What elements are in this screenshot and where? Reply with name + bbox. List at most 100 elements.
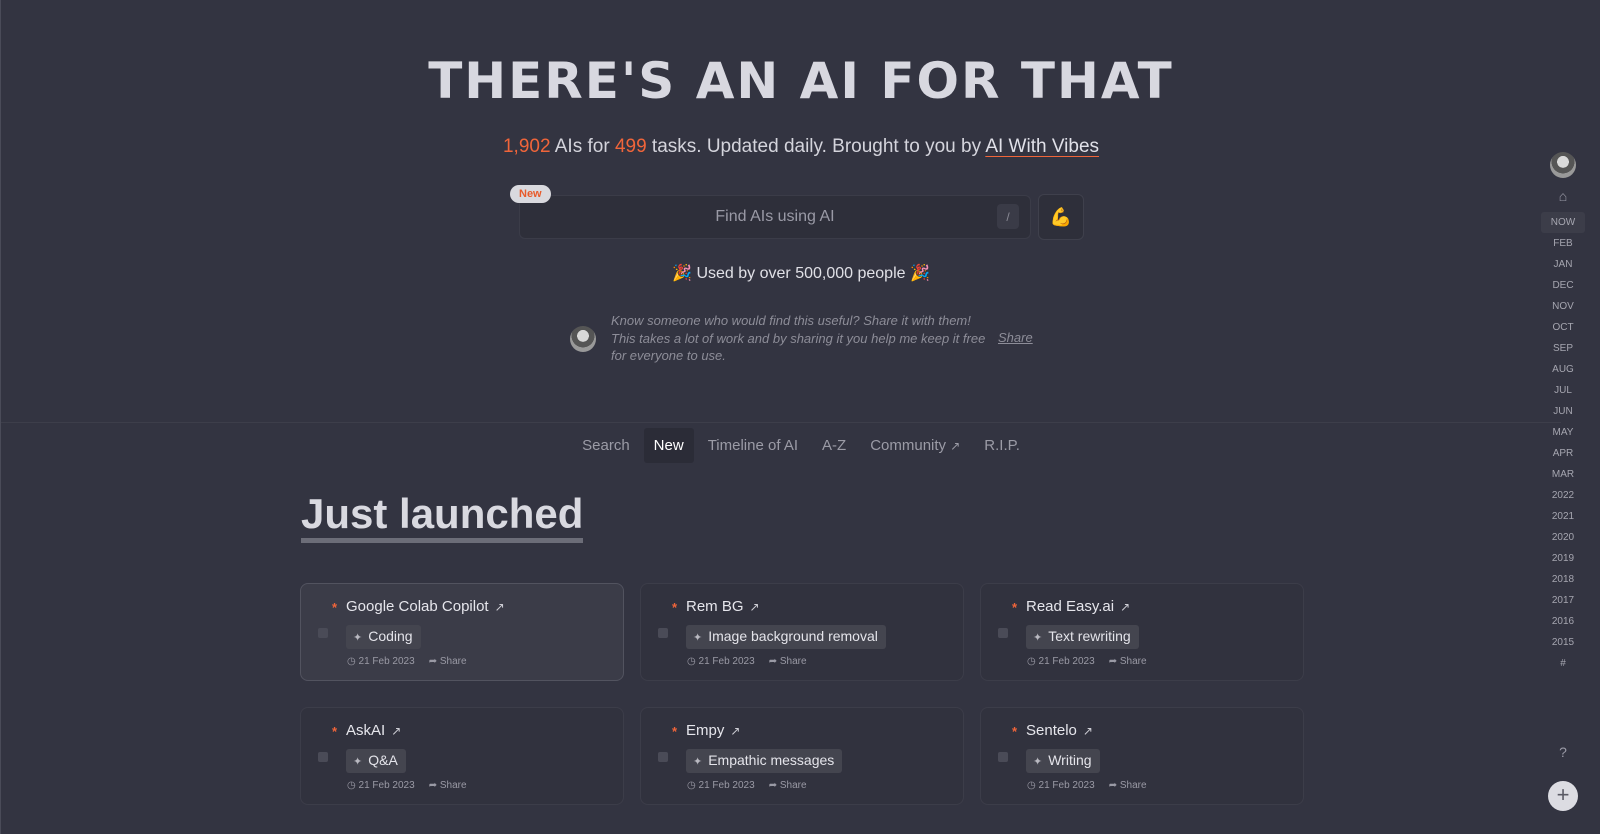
card-checkbox[interactable] [658, 752, 668, 762]
timeline-item-2021[interactable]: 2021 [1541, 506, 1585, 527]
ai-count: 1,902 [502, 136, 551, 157]
tab-search[interactable]: Search [572, 428, 640, 463]
timeline-item-2015[interactable]: 2015 [1541, 632, 1585, 653]
timeline-item-2018[interactable]: 2018 [1541, 569, 1585, 590]
timeline-item-2019[interactable]: 2019 [1541, 548, 1585, 569]
ai-card[interactable]: * Empy ↗ ✦ Empathic messages ◷ 21 Feb 2023… [640, 707, 964, 805]
card-checkbox[interactable] [998, 628, 1008, 638]
card-title[interactable]: Sentelo ↗ [1026, 722, 1093, 739]
share-action[interactable]: ➦ Share [429, 780, 474, 791]
ai-card[interactable]: * AskAI ↗ ✦ Q&A ◷ 21 Feb 2023 ➦ Share [300, 707, 624, 805]
external-link-icon[interactable]: ↗ [750, 600, 760, 614]
card-title[interactable]: Google Colab Copilot ↗ [346, 598, 505, 615]
timeline-item-aug[interactable]: AUG [1541, 359, 1585, 380]
home-icon[interactable]: ⌂ [1541, 188, 1585, 204]
card-date: 21 Feb 2023 [358, 656, 415, 667]
timeline-item-mar[interactable]: MAR [1541, 464, 1585, 485]
external-link-icon[interactable]: ↗ [391, 724, 401, 738]
timeline-item-nov[interactable]: NOV [1541, 296, 1585, 317]
share-link[interactable]: Share [998, 330, 1033, 345]
timeline-item-feb[interactable]: FEB [1541, 233, 1585, 254]
card-meta: ◷ 21 Feb 2023 ➦ Share [687, 656, 821, 667]
task-tag[interactable]: ✦ Coding [346, 625, 421, 649]
card-title[interactable]: Read Easy.ai ↗ [1026, 598, 1130, 615]
share-action[interactable]: ➦ Share [429, 656, 474, 667]
task-tag[interactable]: ✦ Image background removal [686, 625, 886, 649]
share-note: Know someone who would find this useful?… [570, 312, 1040, 364]
timeline-item-hash[interactable]: # [1541, 653, 1585, 674]
help-button[interactable]: ? [1541, 744, 1585, 760]
tab-rip[interactable]: R.I.P. [974, 428, 1030, 463]
share-action[interactable]: ➦ Share [769, 656, 814, 667]
timeline-item-apr[interactable]: APR [1541, 443, 1585, 464]
timeline-item-2016[interactable]: 2016 [1541, 611, 1585, 632]
share-action[interactable]: ➦ Share [769, 780, 814, 791]
share-action-label: Share [779, 656, 807, 667]
date-label: ◷ 21 Feb 2023 [687, 656, 755, 667]
share-action[interactable]: ➦ Share [1109, 780, 1154, 791]
search-box: New / [510, 185, 1031, 239]
external-link-icon[interactable]: ↗ [730, 724, 740, 738]
star-icon: * [672, 724, 678, 739]
task-tag[interactable]: ✦ Text rewriting [1026, 625, 1139, 649]
share-action[interactable]: ➦ Share [1109, 656, 1154, 667]
timeline-item-dec[interactable]: DEC [1541, 275, 1585, 296]
timeline-item-jun[interactable]: JUN [1541, 401, 1585, 422]
timeline-item-2020[interactable]: 2020 [1541, 527, 1585, 548]
card-checkbox[interactable] [658, 628, 668, 638]
task-count: 499 [614, 136, 647, 157]
tab-new[interactable]: New [643, 428, 694, 463]
date-label: ◷ 21 Feb 2023 [347, 780, 415, 791]
task-tag[interactable]: ✦ Q&A [346, 749, 406, 773]
ai-card[interactable]: * Google Colab Copilot ↗ ✦ Coding ◷ 21 Feb… [300, 583, 624, 681]
card-checkbox[interactable] [318, 752, 328, 762]
tab-a-z[interactable]: A-Z [812, 428, 856, 463]
ai-card[interactable]: * Rem BG ↗ ✦ Image background removal ◷ 21… [640, 583, 964, 681]
timeline-item-jul[interactable]: JUL [1541, 380, 1585, 401]
card-title[interactable]: Empy ↗ [686, 722, 740, 739]
brand-link[interactable]: AI With Vibes [985, 136, 1099, 157]
ai-search-button[interactable]: 💪 [1038, 194, 1084, 240]
add-button[interactable]: + [1548, 781, 1578, 811]
ai-card[interactable]: * Read Easy.ai ↗ ✦ Text rewriting ◷ 21 Feb… [980, 583, 1304, 681]
tab-community[interactable]: Community ↗ [860, 428, 970, 463]
avatar[interactable] [1550, 152, 1576, 178]
task-tag[interactable]: ✦ Empathic messages [686, 749, 843, 773]
sparkle-icon: ✦ [353, 756, 363, 768]
card-title-text: AskAI [346, 722, 386, 739]
search-input[interactable] [519, 195, 1031, 239]
usage-banner: 🎉 Used by over 500,000 people 🎉 [672, 265, 930, 282]
timeline-item-now[interactable]: NOW [1541, 212, 1585, 233]
sparkle-icon: ✦ [1033, 756, 1043, 768]
external-link-icon[interactable]: ↗ [495, 600, 505, 614]
task-tag[interactable]: ✦ Writing [1026, 749, 1100, 773]
date-label: ◷ 21 Feb 2023 [1027, 780, 1095, 791]
card-date: 21 Feb 2023 [698, 656, 755, 667]
timeline-item-oct[interactable]: OCT [1541, 317, 1585, 338]
card-title[interactable]: Rem BG ↗ [686, 598, 760, 615]
section-title: Just launched [301, 492, 584, 543]
star-icon: * [332, 600, 338, 615]
card-title[interactable]: AskAI ↗ [346, 722, 401, 739]
card-date: 21 Feb 2023 [1038, 656, 1095, 667]
ai-card[interactable]: * Sentelo ↗ ✦ Writing ◷ 21 Feb 2023 ➦ Share [980, 707, 1304, 805]
external-link-icon[interactable]: ↗ [1120, 600, 1130, 614]
task-tag-label: Empathic messages [708, 752, 835, 768]
timeline-item-2022[interactable]: 2022 [1541, 485, 1585, 506]
keyboard-shortcut-hint: / [997, 204, 1019, 229]
tab-timeline[interactable]: Timeline of AI [698, 428, 808, 463]
tab-community-label: Community [870, 437, 947, 454]
timeline-item-jan[interactable]: JAN [1541, 254, 1585, 275]
timeline-nav: NOW FEB JAN DEC NOV OCT SEP AUG JUL JUN MAY APR MAR 2… [1541, 212, 1585, 674]
share-action-label: Share [779, 780, 807, 791]
timeline-item-may[interactable]: MAY [1541, 422, 1585, 443]
card-checkbox[interactable] [318, 628, 328, 638]
card-meta: ◷ 21 Feb 2023 ➦ Share [347, 780, 481, 791]
timeline-item-2017[interactable]: 2017 [1541, 590, 1585, 611]
card-meta: ◷ 21 Feb 2023 ➦ Share [687, 780, 821, 791]
card-checkbox[interactable] [998, 752, 1008, 762]
timeline-item-sep[interactable]: SEP [1541, 338, 1585, 359]
share-action-label: Share [439, 780, 467, 791]
sparkle-icon: ✦ [693, 632, 703, 644]
external-link-icon[interactable]: ↗ [1083, 724, 1093, 738]
